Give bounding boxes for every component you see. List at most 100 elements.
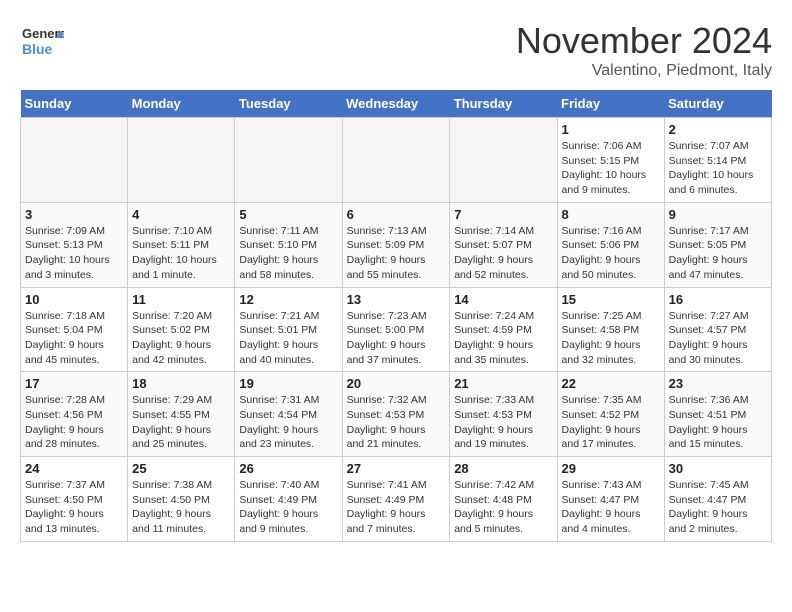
calendar-cell: 9 Sunrise: 7:17 AM Sunset: 5:05 PM Daylig… <box>664 202 771 287</box>
day-number: 25 <box>132 461 230 476</box>
calendar-cell: 20 Sunrise: 7:32 AM Sunset: 4:53 PM Dayli… <box>342 372 450 457</box>
day-info: Sunrise: 7:35 AM Sunset: 4:52 PM Dayligh… <box>562 393 660 452</box>
day-number: 29 <box>562 461 660 476</box>
calendar-cell: 5 Sunrise: 7:11 AM Sunset: 5:10 PM Daylig… <box>235 202 342 287</box>
day-info: Sunrise: 7:31 AM Sunset: 4:54 PM Dayligh… <box>239 393 337 452</box>
calendar-cell: 26Sunrise: 7:40 AM Sunset: 4:49 PM Dayli… <box>235 457 342 542</box>
weekday-header-monday: Monday <box>128 90 235 118</box>
day-info: Sunrise: 7:20 AM Sunset: 5:02 PM Dayligh… <box>132 309 230 368</box>
weekday-header-wednesday: Wednesday <box>342 90 450 118</box>
day-info: Sunrise: 7:09 AM Sunset: 5:13 PM Dayligh… <box>25 224 123 283</box>
week-row-5: 24 Sunrise: 7:37 AM Sunset: 4:50 PM Dayli… <box>21 457 772 542</box>
day-number: 21 <box>454 376 552 391</box>
calendar-cell <box>450 118 557 203</box>
calendar-cell: 16Sunrise: 7:27 AM Sunset: 4:57 PM Dayli… <box>664 287 771 372</box>
weekday-header-row: SundayMondayTuesdayWednesdayThursdayFrid… <box>21 90 772 118</box>
month-title: November 2024 <box>516 20 772 62</box>
day-info: Sunrise: 7:42 AM Sunset: 4:48 PM Dayligh… <box>454 478 552 537</box>
weekday-header-thursday: Thursday <box>450 90 557 118</box>
day-info: Sunrise: 7:21 AM Sunset: 5:01 PM Dayligh… <box>239 309 337 368</box>
calendar-cell: 2 Sunrise: 7:07 AM Sunset: 5:14 PM Daylig… <box>664 118 771 203</box>
calendar-cell: 17 Sunrise: 7:28 AM Sunset: 4:56 PM Dayli… <box>21 372 128 457</box>
day-number: 1 <box>562 122 660 137</box>
weekday-header-friday: Friday <box>557 90 664 118</box>
weekday-header-sunday: Sunday <box>21 90 128 118</box>
calendar-cell <box>128 118 235 203</box>
day-info: Sunrise: 7:28 AM Sunset: 4:56 PM Dayligh… <box>25 393 123 452</box>
day-info: Sunrise: 7:27 AM Sunset: 4:57 PM Dayligh… <box>669 309 767 368</box>
day-number: 18 <box>132 376 230 391</box>
location-title: Valentino, Piedmont, Italy <box>516 62 772 80</box>
calendar-cell: 8 Sunrise: 7:16 AM Sunset: 5:06 PM Daylig… <box>557 202 664 287</box>
day-info: Sunrise: 7:37 AM Sunset: 4:50 PM Dayligh… <box>25 478 123 537</box>
day-number: 2 <box>669 122 767 137</box>
calendar-cell <box>342 118 450 203</box>
day-number: 20 <box>347 376 446 391</box>
day-info: Sunrise: 7:33 AM Sunset: 4:53 PM Dayligh… <box>454 393 552 452</box>
calendar-cell: 30Sunrise: 7:45 AM Sunset: 4:47 PM Dayli… <box>664 457 771 542</box>
calendar-cell: 3 Sunrise: 7:09 AM Sunset: 5:13 PM Daylig… <box>21 202 128 287</box>
day-number: 17 <box>25 376 123 391</box>
day-info: Sunrise: 7:07 AM Sunset: 5:14 PM Dayligh… <box>669 139 767 198</box>
day-info: Sunrise: 7:14 AM Sunset: 5:07 PM Dayligh… <box>454 224 552 283</box>
calendar-cell: 12 Sunrise: 7:21 AM Sunset: 5:01 PM Dayli… <box>235 287 342 372</box>
calendar-cell: 13Sunrise: 7:23 AM Sunset: 5:00 PM Dayli… <box>342 287 450 372</box>
calendar-cell: 7 Sunrise: 7:14 AM Sunset: 5:07 PM Daylig… <box>450 202 557 287</box>
day-number: 6 <box>347 207 446 222</box>
calendar-cell: 4 Sunrise: 7:10 AM Sunset: 5:11 PM Daylig… <box>128 202 235 287</box>
day-info: Sunrise: 7:13 AM Sunset: 5:09 PM Dayligh… <box>347 224 446 283</box>
day-number: 12 <box>239 292 337 307</box>
calendar-cell: 22 Sunrise: 7:35 AM Sunset: 4:52 PM Dayli… <box>557 372 664 457</box>
svg-text:Blue: Blue <box>22 41 53 57</box>
calendar-cell: 11Sunrise: 7:20 AM Sunset: 5:02 PM Dayli… <box>128 287 235 372</box>
day-number: 22 <box>562 376 660 391</box>
calendar-cell: 28 Sunrise: 7:42 AM Sunset: 4:48 PM Dayli… <box>450 457 557 542</box>
title-area: November 2024 Valentino, Piedmont, Italy <box>516 20 772 80</box>
calendar-cell: 21 Sunrise: 7:33 AM Sunset: 4:53 PM Dayli… <box>450 372 557 457</box>
day-number: 8 <box>562 207 660 222</box>
day-info: Sunrise: 7:24 AM Sunset: 4:59 PM Dayligh… <box>454 309 552 368</box>
day-number: 28 <box>454 461 552 476</box>
day-info: Sunrise: 7:23 AM Sunset: 5:00 PM Dayligh… <box>347 309 446 368</box>
day-info: Sunrise: 7:06 AM Sunset: 5:15 PM Dayligh… <box>562 139 660 198</box>
calendar-cell: 6 Sunrise: 7:13 AM Sunset: 5:09 PM Daylig… <box>342 202 450 287</box>
day-info: Sunrise: 7:45 AM Sunset: 4:47 PM Dayligh… <box>669 478 767 537</box>
calendar-cell: 24 Sunrise: 7:37 AM Sunset: 4:50 PM Dayli… <box>21 457 128 542</box>
weekday-header-saturday: Saturday <box>664 90 771 118</box>
weekday-header-tuesday: Tuesday <box>235 90 342 118</box>
day-info: Sunrise: 7:41 AM Sunset: 4:49 PM Dayligh… <box>347 478 446 537</box>
day-number: 9 <box>669 207 767 222</box>
day-number: 5 <box>239 207 337 222</box>
day-info: Sunrise: 7:40 AM Sunset: 4:49 PM Dayligh… <box>239 478 337 537</box>
day-info: Sunrise: 7:38 AM Sunset: 4:50 PM Dayligh… <box>132 478 230 537</box>
calendar-cell: 27Sunrise: 7:41 AM Sunset: 4:49 PM Dayli… <box>342 457 450 542</box>
day-number: 15 <box>562 292 660 307</box>
week-row-2: 3 Sunrise: 7:09 AM Sunset: 5:13 PM Daylig… <box>21 202 772 287</box>
logo-svg: General Blue <box>20 20 64 64</box>
calendar-cell <box>235 118 342 203</box>
day-info: Sunrise: 7:10 AM Sunset: 5:11 PM Dayligh… <box>132 224 230 283</box>
day-info: Sunrise: 7:16 AM Sunset: 5:06 PM Dayligh… <box>562 224 660 283</box>
day-info: Sunrise: 7:32 AM Sunset: 4:53 PM Dayligh… <box>347 393 446 452</box>
svg-text:General: General <box>22 26 64 41</box>
day-number: 4 <box>132 207 230 222</box>
day-number: 7 <box>454 207 552 222</box>
day-info: Sunrise: 7:11 AM Sunset: 5:10 PM Dayligh… <box>239 224 337 283</box>
calendar-cell: 23Sunrise: 7:36 AM Sunset: 4:51 PM Dayli… <box>664 372 771 457</box>
week-row-3: 10Sunrise: 7:18 AM Sunset: 5:04 PM Dayli… <box>21 287 772 372</box>
calendar-cell: 29Sunrise: 7:43 AM Sunset: 4:47 PM Dayli… <box>557 457 664 542</box>
day-info: Sunrise: 7:29 AM Sunset: 4:55 PM Dayligh… <box>132 393 230 452</box>
calendar-cell <box>21 118 128 203</box>
calendar-cell: 10Sunrise: 7:18 AM Sunset: 5:04 PM Dayli… <box>21 287 128 372</box>
week-row-4: 17 Sunrise: 7:28 AM Sunset: 4:56 PM Dayli… <box>21 372 772 457</box>
calendar-cell: 18 Sunrise: 7:29 AM Sunset: 4:55 PM Dayli… <box>128 372 235 457</box>
day-number: 10 <box>25 292 123 307</box>
day-info: Sunrise: 7:17 AM Sunset: 5:05 PM Dayligh… <box>669 224 767 283</box>
header: General Blue November 2024 Valentino, Pi… <box>20 20 772 80</box>
week-row-1: 1 Sunrise: 7:06 AM Sunset: 5:15 PM Daylig… <box>21 118 772 203</box>
calendar-cell: 19Sunrise: 7:31 AM Sunset: 4:54 PM Dayli… <box>235 372 342 457</box>
calendar-cell: 25 Sunrise: 7:38 AM Sunset: 4:50 PM Dayli… <box>128 457 235 542</box>
day-number: 3 <box>25 207 123 222</box>
calendar-cell: 15Sunrise: 7:25 AM Sunset: 4:58 PM Dayli… <box>557 287 664 372</box>
day-number: 24 <box>25 461 123 476</box>
